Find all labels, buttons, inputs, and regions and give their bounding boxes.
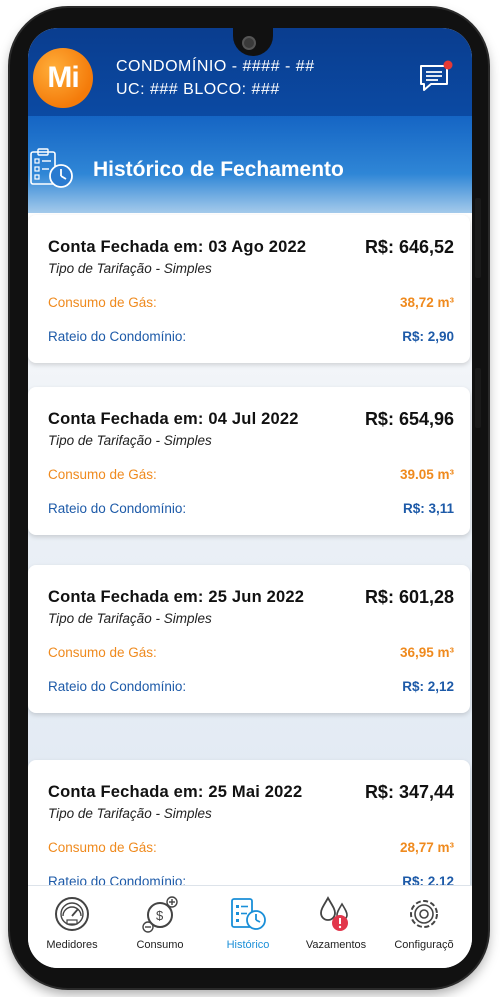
nav-label: Configuraçõ [394,939,454,951]
history-clipboard-icon [231,898,266,930]
nav-label: Vazamentos [305,939,367,951]
nav-medidores[interactable]: Medidores [28,886,116,968]
nav-historico[interactable]: Histórico [204,886,292,968]
volume-button [475,198,481,278]
rateio-label: Rateio do Condomínio: [48,329,187,344]
rateio-label: Rateio do Condomínio: [48,679,187,694]
front-camera [242,36,256,50]
svg-text:$: $ [156,908,164,923]
closing-date: Conta Fechada em: 04 Jul 2022 [48,410,299,428]
rateio-label: Rateio do Condomínio: [48,501,187,516]
gas-consumption-value: 36,95 m³ [399,645,454,660]
closing-card[interactable]: Conta Fechada em: 03 Ago 2022 R$: 646,52… [28,215,470,363]
nav-configuracoes[interactable]: Configuraçõ [380,886,468,968]
tariff-type: Tipo de Tarifação - Simples [48,611,212,626]
closing-total: R$: 654,96 [364,409,454,429]
bottom-navigation: Medidores $ Consumo Histórico Vazamentos… [28,885,472,968]
rateio-value: R$: 2,90 [402,329,454,344]
tariff-type: Tipo de Tarifação - Simples [48,806,212,821]
gauge-icon [55,897,89,931]
settings-gear-icon [410,900,438,928]
unit-block-label: UC: ### BLOCO: ### [116,81,280,98]
title-band: Histórico de Fechamento [28,116,472,221]
rateio-value: R$: 3,11 [402,501,454,516]
gas-consumption-label: Consumo de Gás: [48,645,157,660]
gas-consumption-label: Consumo de Gás: [48,295,157,310]
nav-label: Medidores [46,939,98,951]
closing-card[interactable]: Conta Fechada em: 25 Mai 2022 R$: 347,44… [28,760,470,885]
rateio-label: Rateio do Condomínio: [48,874,187,885]
history-list[interactable]: Conta Fechada em: 03 Ago 2022 R$: 646,52… [28,213,472,885]
rateio-value: R$: 2,12 [402,874,454,885]
gas-consumption-value: 38,72 m³ [399,295,454,310]
closing-date: Conta Fechada em: 25 Mai 2022 [48,783,303,801]
tariff-type: Tipo de Tarifação - Simples [48,261,212,276]
app-logo[interactable]: Mi [33,48,93,108]
app-screen: Mi CONDOMÍNIO - #### - ## UC: ### BLOCO:… [28,28,472,968]
notification-dot [443,60,453,70]
closing-total: R$: 347,44 [364,782,454,802]
gas-consumption-value: 39.05 m³ [399,467,454,482]
coins-icon: $ [142,896,178,933]
gas-consumption-label: Consumo de Gás: [48,840,157,855]
closing-total: R$: 646,52 [364,237,454,257]
nav-consumo[interactable]: $ Consumo [116,886,204,968]
closing-date: Conta Fechada em: 03 Ago 2022 [48,238,307,256]
page-title: Histórico de Fechamento [93,158,344,181]
nav-vazamentos[interactable]: Vazamentos [292,886,380,968]
closing-card[interactable]: Conta Fechada em: 25 Jun 2022 R$: 601,28… [28,565,470,713]
rateio-value: R$: 2,12 [402,679,454,694]
condominio-label: CONDOMÍNIO - #### - ## [116,58,315,75]
nav-label: Consumo [136,939,184,951]
nav-label: Histórico [226,939,270,951]
power-button [475,368,481,428]
history-title-icon [30,148,73,188]
closing-card[interactable]: Conta Fechada em: 04 Jul 2022 R$: 654,96… [28,387,470,535]
messages-icon[interactable] [418,60,454,94]
gas-consumption-value: 28,77 m³ [399,840,454,855]
tariff-type: Tipo de Tarifação - Simples [48,433,212,448]
gas-consumption-label: Consumo de Gás: [48,467,157,482]
closing-date: Conta Fechada em: 25 Jun 2022 [48,588,305,606]
leak-drops-icon [320,896,348,931]
closing-total: R$: 601,28 [364,587,454,607]
